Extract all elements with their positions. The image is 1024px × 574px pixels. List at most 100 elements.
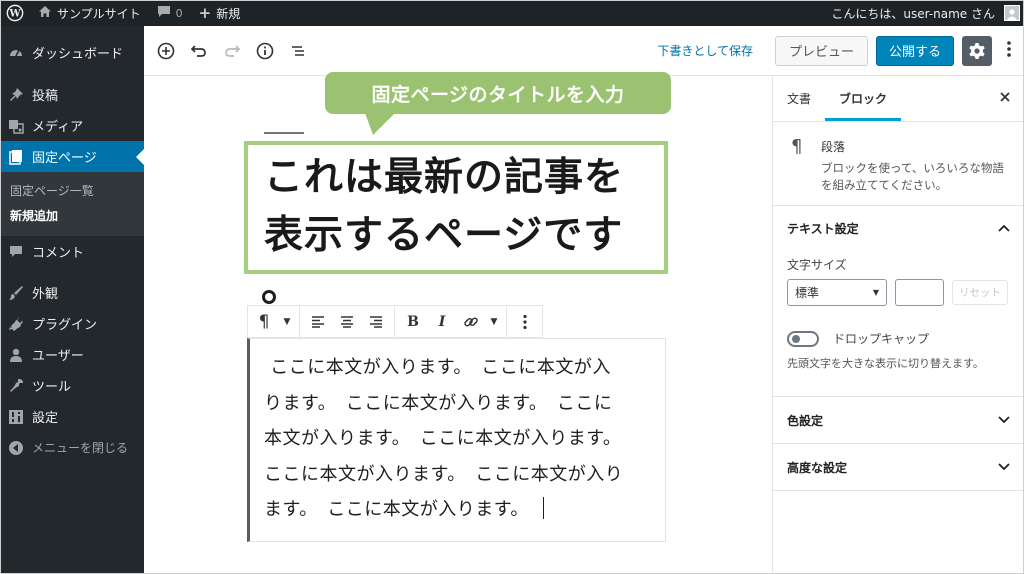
settings-toggle-button[interactable] (962, 35, 992, 66)
font-size-select-value: 標準 (795, 286, 820, 300)
more-tools-button[interactable] (1000, 40, 1018, 62)
link-button[interactable] (458, 309, 484, 335)
more-rich-text-controls[interactable]: ▼ (487, 309, 501, 335)
align-right-button[interactable] (363, 309, 389, 335)
site-name-link[interactable]: サンプルサイト (30, 0, 149, 26)
paragraph-line-4: ここに本文が入ります。 ここに本文が入り (264, 463, 624, 485)
chevron-up-icon (998, 221, 1010, 236)
add-circle-icon (157, 42, 175, 59)
redo-button[interactable] (218, 37, 246, 65)
submenu-item-add-new[interactable]: 新規追加 (0, 203, 144, 228)
drop-cap-label: ドロップキャップ (833, 332, 930, 346)
menu-label-dashboard: ダッシュボード (32, 47, 124, 62)
menu-item-dashboard[interactable]: ダッシュボード (0, 36, 144, 69)
tab-block[interactable]: ブロック (825, 76, 902, 121)
greeting-text: こんにちは、user-name さん (831, 6, 995, 21)
publish-button[interactable]: 公開する (875, 35, 954, 66)
chevron-down-icon (998, 413, 1010, 428)
caret-down-icon[interactable]: ▼ (280, 309, 294, 335)
site-name-label: サンプルサイト (57, 6, 141, 21)
paragraph-line-1: ここに本文が入ります。 ここに本文が入 (264, 357, 611, 378)
tab-document[interactable]: 文書 (773, 76, 825, 121)
list-outline-icon (292, 45, 304, 56)
redo-icon (225, 44, 240, 57)
bold-button[interactable]: B (400, 309, 426, 335)
menu-item-posts[interactable]: 投稿 (0, 79, 144, 110)
block-navigation-button[interactable] (284, 37, 312, 65)
menu-label-pages: 固定ページ (32, 151, 97, 166)
user-icon (8, 347, 24, 363)
collapse-arrow-icon (8, 440, 24, 456)
block-card-title: 段落 (821, 140, 846, 154)
post-title-field[interactable]: これは最新の記事を 表示するページです (244, 141, 668, 274)
paragraph-line-3: 本文が入ります。 ここに本文が入ります。 (264, 428, 622, 449)
admin-bar: W サンプルサイト 0 + 新規 こんにちは、user-name さん (0, 0, 1024, 26)
menu-label-users: ユーザー (32, 349, 84, 364)
dashboard-gauge-icon (8, 45, 24, 61)
block-more-options-button[interactable] (512, 309, 538, 335)
block-card-description-2: を組み立ててください。 (821, 178, 948, 192)
pushpin-icon (8, 87, 24, 103)
settings-sidebar: 文書 ブロック ¶ 段落 ブロックを使って、いろいろな物語 を組み立ててください… (772, 77, 1024, 574)
color-settings-panel[interactable]: 色設定 (773, 397, 1024, 444)
close-sidebar-button[interactable] (1000, 90, 1010, 106)
paragraph-block-switcher[interactable]: ¶ (251, 309, 277, 335)
new-content-link[interactable]: + 新規 (191, 0, 249, 26)
editor-canvas: 固定ページのタイトルを入力 これは最新の記事を 表示するページです ¶ ▼ B … (144, 72, 772, 574)
paragraph-line-5-text: ます。 ここに本文が入ります。 (264, 499, 529, 520)
menu-collapse-button[interactable]: メニューを閉じる (0, 432, 144, 463)
content-info-button[interactable] (251, 37, 279, 65)
menu-item-pages[interactable]: 固定ページ (0, 141, 144, 172)
advanced-settings-panel[interactable]: 高度な設定 (773, 444, 1024, 491)
font-size-select[interactable]: 標準 ▼ (787, 279, 887, 306)
undo-icon (191, 44, 206, 57)
menu-item-settings[interactable]: 設定 (0, 401, 144, 432)
post-title-line-1: これは最新の記事を (264, 155, 625, 200)
vertical-ellipsis-icon (523, 314, 527, 329)
callout-tail (365, 113, 395, 135)
submenu-item-all-pages[interactable]: 固定ページ一覧 (0, 178, 144, 203)
vertical-ellipsis-icon (1007, 40, 1011, 57)
link-icon (464, 316, 478, 326)
wordpress-logo-icon[interactable]: W (0, 0, 30, 26)
align-left-icon (312, 315, 324, 328)
font-size-label: 文字サイズ (787, 258, 847, 272)
avatar (1004, 5, 1020, 21)
menu-label-comments: コメント (32, 246, 85, 261)
drop-cap-toggle[interactable] (787, 330, 819, 347)
comment-bubble-icon (8, 244, 24, 260)
font-size-reset-button[interactable]: リセット (952, 280, 1008, 305)
menu-item-tools[interactable]: ツール (0, 370, 144, 401)
paintbrush-icon (8, 285, 24, 301)
undo-button[interactable] (185, 37, 213, 65)
pages-submenu: 固定ページ一覧 新規追加 (0, 172, 144, 236)
align-left-button[interactable] (305, 309, 331, 335)
text-settings-toggle[interactable]: テキスト設定 (773, 206, 1024, 250)
settings-icon (8, 409, 24, 425)
custom-font-size-input[interactable] (895, 279, 944, 306)
media-icon (8, 118, 24, 134)
paragraph-line-2: ります。 ここに本文が入ります。 ここに (264, 392, 613, 414)
menu-label-collapse: メニューを閉じる (32, 441, 129, 455)
color-settings-title: 色設定 (787, 414, 824, 428)
menu-item-users[interactable]: ユーザー (0, 339, 144, 370)
align-center-icon (341, 315, 353, 328)
preview-button[interactable]: プレビュー (774, 35, 868, 66)
account-menu[interactable]: こんにちは、user-name さん (823, 0, 1024, 26)
paragraph-line-5: ます。 ここに本文が入ります。 (264, 492, 653, 528)
block-card: ¶ 段落 ブロックを使って、いろいろな物語 を組み立ててください。 (773, 122, 1024, 206)
paragraph-block[interactable]: ここに本文が入ります。 ここに本文が入 ります。 ここに本文が入ります。 ここに… (247, 338, 666, 542)
menu-item-plugins[interactable]: プラグイン (0, 308, 144, 339)
menu-label-settings: 設定 (32, 411, 59, 426)
comments-link[interactable]: 0 (149, 0, 191, 26)
menu-item-media[interactable]: メディア (0, 110, 144, 141)
align-center-button[interactable] (334, 309, 360, 335)
menu-item-comments[interactable]: コメント (0, 236, 144, 267)
italic-button[interactable]: I (429, 309, 455, 335)
info-icon (256, 42, 274, 59)
menu-item-appearance[interactable]: 外観 (0, 277, 144, 308)
block-insertion-point[interactable] (262, 290, 276, 304)
save-draft-button[interactable]: 下書きとして保存 (657, 42, 753, 59)
text-settings-title: テキスト設定 (787, 221, 859, 236)
add-block-button[interactable] (152, 37, 180, 65)
